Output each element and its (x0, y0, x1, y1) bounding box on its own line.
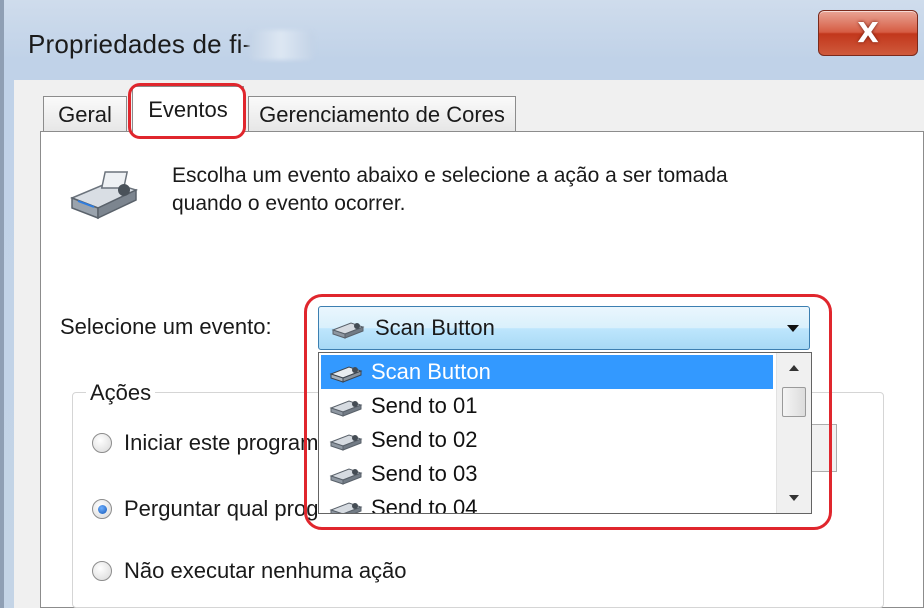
window-title: Propriedades de fi- (28, 29, 252, 59)
event-options-list[interactable]: Scan Button Send to 01 Send to 02 Send t… (318, 352, 812, 514)
radio-row-no-action[interactable]: Não executar nenhuma ação (92, 558, 407, 584)
close-icon: X (857, 16, 879, 49)
event-select-label: Selecione um evento: (60, 314, 272, 339)
event-select-dropdown[interactable]: Scan Button (318, 306, 810, 350)
event-option-4[interactable]: Send to 04 (321, 491, 773, 514)
tab-highlight-annotation (128, 83, 246, 139)
event-option-1[interactable]: Send to 01 (321, 389, 773, 423)
actions-group-title: Ações (86, 380, 156, 406)
description-line-1: Escolha um evento abaixo e selecione a a… (172, 164, 728, 187)
arrow-up-icon (789, 365, 799, 371)
event-option-2[interactable]: Send to 02 (321, 423, 773, 457)
tab-geral[interactable]: Geral (43, 96, 127, 132)
scanner-icon (329, 468, 363, 485)
radio-row-start-program[interactable]: Iniciar este program (92, 430, 318, 456)
arrow-down-icon (789, 495, 799, 501)
scanner-icon (66, 168, 142, 225)
tab-gerenciamento-de-cores[interactable]: Gerenciamento de Cores (248, 96, 516, 132)
radio-start-program-label: Iniciar este program (124, 430, 319, 455)
event-select-value: Scan Button (375, 315, 495, 340)
radio-start-program[interactable] (92, 433, 112, 453)
scanner-icon (331, 322, 365, 339)
event-option-label: Send to 03 (371, 461, 478, 486)
event-option-3[interactable]: Send to 03 (321, 457, 773, 491)
browse-button-edge[interactable] (812, 424, 837, 472)
scanner-icon (329, 366, 363, 383)
chevron-down-icon[interactable] (787, 325, 799, 332)
radio-no-action[interactable] (92, 561, 112, 581)
radio-ask-program[interactable] (92, 499, 112, 519)
event-option-label: Scan Button (371, 359, 491, 384)
description-line-2: quando o evento ocorrer. (172, 192, 406, 215)
options-scrollbar[interactable] (776, 353, 811, 513)
radio-ask-program-label: Perguntar qual prog (124, 496, 319, 521)
event-description: Escolha um evento abaixo e selecione a a… (172, 162, 812, 218)
radio-row-ask-program[interactable]: Perguntar qual prog (92, 496, 318, 522)
scroll-up-button[interactable] (777, 353, 811, 383)
event-option-label: Send to 02 (371, 427, 478, 452)
close-button[interactable]: X (818, 10, 918, 56)
scanner-icon (329, 434, 363, 451)
scanner-icon (329, 502, 363, 513)
window-left-border (0, 0, 4, 608)
event-option-label: Send to 01 (371, 393, 478, 418)
event-option-label: Send to 04 (371, 495, 478, 514)
event-option-0[interactable]: Scan Button (321, 355, 773, 389)
title-redacted-area (248, 30, 314, 60)
radio-no-action-label: Não executar nenhuma ação (124, 558, 407, 583)
scrollbar-thumb[interactable] (782, 387, 806, 417)
scroll-down-button[interactable] (777, 483, 811, 513)
scanner-icon (329, 400, 363, 417)
